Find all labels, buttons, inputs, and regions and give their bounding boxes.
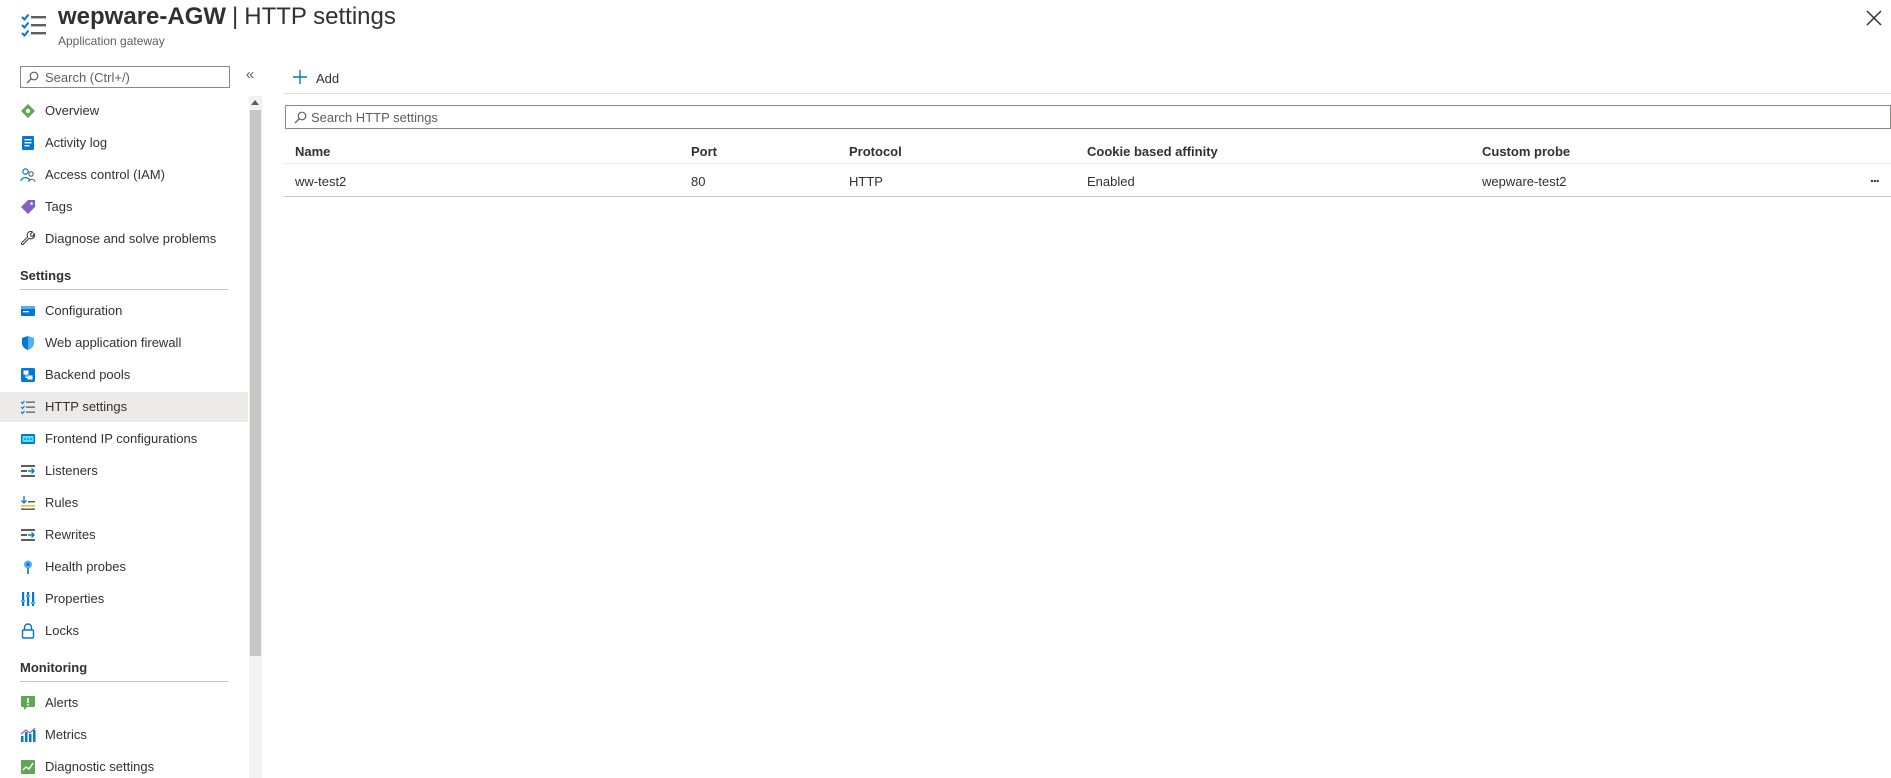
frontend-ip-icon xyxy=(21,434,35,444)
page-title: wepware-AGW | HTTP settings xyxy=(58,3,396,31)
section-title: Monitoring xyxy=(20,660,88,675)
wrench-icon xyxy=(20,231,35,246)
sidebar-item-health-probes[interactable]: Health probes xyxy=(0,552,248,582)
resource-menu: « Overview Activity log xyxy=(0,56,264,778)
overview-icon xyxy=(21,104,35,118)
scroll-up-arrow-icon[interactable] xyxy=(251,100,259,105)
resource-name: wepware-AGW xyxy=(58,3,227,30)
sidebar-item-label: Metrics xyxy=(45,727,87,742)
rewrites-icon xyxy=(21,529,35,541)
sidebar-item-configuration[interactable]: Configuration xyxy=(0,296,248,326)
content-pane: Add Name Port Protocol Cookie based affi… xyxy=(284,56,1891,778)
command-bar: Add xyxy=(284,64,1891,94)
collapse-menu-button[interactable]: « xyxy=(242,66,258,86)
sidebar-item-waf[interactable]: Web application firewall xyxy=(0,328,248,358)
cell-protocol: HTTP xyxy=(849,174,883,189)
sidebar-item-diagnostic-settings[interactable]: Diagnostic settings xyxy=(0,752,248,778)
alert-icon xyxy=(21,696,35,710)
sidebar-item-label: Activity log xyxy=(45,135,108,150)
close-icon[interactable] xyxy=(1864,8,1884,28)
sidebar-item-label: Access control (IAM) xyxy=(45,167,165,182)
cell-name: ww-test2 xyxy=(295,174,347,189)
sidebar-item-label: Listeners xyxy=(45,463,98,478)
table-row[interactable]: ww-test2 80 HTTP Enabled wepware-test2 .… xyxy=(284,165,1891,197)
health-probe-icon xyxy=(24,560,32,574)
sidebar-item-access-control[interactable]: Access control (IAM) xyxy=(0,160,248,190)
scrollbar-thumb[interactable] xyxy=(250,110,261,656)
menu-search-input[interactable] xyxy=(45,69,225,85)
sidebar-item-label: HTTP settings xyxy=(45,399,128,414)
sidebar-item-label: Locks xyxy=(45,623,79,638)
list-check-icon xyxy=(20,400,35,415)
sidebar-item-diagnose[interactable]: Diagnose and solve problems xyxy=(0,224,248,254)
sidebar-item-properties[interactable]: Properties xyxy=(0,584,248,614)
plus-icon xyxy=(293,70,307,84)
sidebar-item-label: Rules xyxy=(45,495,79,510)
listeners-icon xyxy=(21,465,35,477)
sidebar-item-label: Frontend IP configurations xyxy=(45,431,198,446)
sidebar-item-label: Backend pools xyxy=(45,367,131,382)
sidebar-item-rewrites[interactable]: Rewrites xyxy=(0,520,248,550)
shield-icon xyxy=(22,336,34,350)
resource-type: Application gateway xyxy=(58,34,165,48)
add-button-label: Add xyxy=(316,71,340,86)
sidebar-item-label: Rewrites xyxy=(45,527,96,542)
sidebar-item-locks[interactable]: Locks xyxy=(0,616,248,646)
cell-cookie-affinity: Enabled xyxy=(1087,174,1135,189)
activity-log-icon xyxy=(22,136,34,150)
add-button[interactable]: Add xyxy=(292,66,352,90)
column-header-cookie-affinity[interactable]: Cookie based affinity xyxy=(1087,144,1218,159)
people-icon xyxy=(20,168,36,183)
http-settings-search-input[interactable] xyxy=(311,109,1111,125)
sidebar-item-rules[interactable]: Rules xyxy=(0,488,248,518)
column-header-name[interactable]: Name xyxy=(295,144,330,159)
title-separator: | xyxy=(232,3,239,30)
sidebar-item-label: Configuration xyxy=(45,303,123,318)
table-header: Name Port Protocol Cookie based affinity… xyxy=(284,136,1891,164)
search-icon xyxy=(294,111,307,124)
section-header-monitoring: Monitoring xyxy=(20,652,228,682)
http-settings-icon xyxy=(21,13,46,37)
blade-name: HTTP settings xyxy=(244,3,396,30)
column-header-custom-probe[interactable]: Custom probe xyxy=(1482,144,1570,159)
blade-header: wepware-AGW | HTTP settings Application ga… xyxy=(0,0,1891,56)
sidebar-item-metrics[interactable]: Metrics xyxy=(0,720,248,750)
http-settings-search-box[interactable] xyxy=(285,105,1891,129)
backend-pools-icon xyxy=(21,368,35,382)
metrics-icon xyxy=(20,727,36,742)
cell-port: 80 xyxy=(691,174,706,189)
sidebar-item-backend-pools[interactable]: Backend pools xyxy=(0,360,248,390)
more-options-icon[interactable]: ... xyxy=(1870,170,1890,189)
sidebar-item-http-settings[interactable]: HTTP settings xyxy=(0,392,248,422)
sidebar-item-label: Alerts xyxy=(45,695,79,710)
lock-icon xyxy=(21,623,35,639)
sidebar-item-label: Overview xyxy=(45,103,100,118)
menu-scrollbar[interactable] xyxy=(249,96,262,778)
cell-custom-probe: wepware-test2 xyxy=(1482,174,1567,189)
sidebar-item-label: Diagnose and solve problems xyxy=(45,231,217,246)
sidebar-item-alerts[interactable]: Alerts xyxy=(0,688,248,718)
sidebar-item-tags[interactable]: Tags xyxy=(0,192,248,222)
sidebar-item-activity-log[interactable]: Activity log xyxy=(0,128,248,158)
properties-icon xyxy=(21,592,36,606)
sidebar-item-label: Properties xyxy=(45,591,105,606)
sidebar-item-listeners[interactable]: Listeners xyxy=(0,456,248,486)
sidebar-item-overview[interactable]: Overview xyxy=(0,96,248,126)
sidebar-item-label: Health probes xyxy=(45,559,126,574)
menu-search-box[interactable] xyxy=(20,66,230,88)
diagnostic-settings-icon xyxy=(21,760,35,774)
sidebar-item-frontend-ip[interactable]: Frontend IP configurations xyxy=(0,424,248,454)
search-icon xyxy=(26,71,39,84)
column-header-port[interactable]: Port xyxy=(691,144,717,159)
section-title: Settings xyxy=(20,268,72,283)
sidebar-item-label: Web application firewall xyxy=(45,335,182,350)
configuration-icon xyxy=(21,306,35,316)
sidebar-item-label: Tags xyxy=(45,199,73,214)
rules-icon xyxy=(21,496,35,510)
tag-icon xyxy=(21,200,35,214)
section-header-settings: Settings xyxy=(20,260,228,290)
sidebar-item-label: Diagnostic settings xyxy=(45,759,155,774)
column-header-protocol[interactable]: Protocol xyxy=(849,144,902,159)
